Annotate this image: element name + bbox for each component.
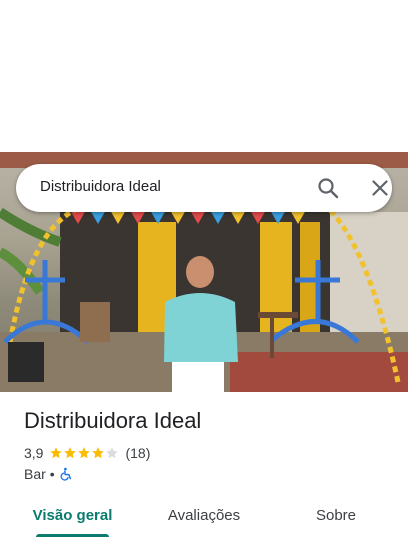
wheelchair-icon	[59, 467, 73, 481]
active-tab-indicator	[36, 534, 109, 537]
tab-reviews[interactable]: Avaliações	[154, 496, 254, 534]
star-rating	[49, 446, 119, 460]
star-filled-icon	[92, 447, 105, 459]
place-tabs: Visão geral Avaliações Sobre	[0, 496, 408, 544]
star-filled-icon	[50, 447, 63, 459]
close-icon[interactable]	[368, 176, 392, 200]
meta-separator: •	[49, 466, 55, 482]
rating-row[interactable]: 3,9 (18)	[24, 444, 150, 462]
place-meta-row: Bar •	[24, 465, 73, 483]
place-category: Bar	[24, 466, 46, 482]
search-icon[interactable]	[316, 176, 340, 200]
search-bar[interactable]: Distribuidora Ideal	[16, 164, 392, 212]
tab-overview[interactable]: Visão geral	[24, 496, 121, 534]
star-filled-icon	[78, 447, 91, 459]
review-count[interactable]: (18)	[125, 445, 150, 461]
search-input[interactable]: Distribuidora Ideal	[40, 178, 161, 195]
star-filled-icon	[64, 447, 77, 459]
star-empty-icon	[106, 447, 119, 459]
place-title: Distribuidora Ideal	[24, 408, 202, 433]
rating-value: 3,9	[24, 445, 44, 461]
tab-about[interactable]: Sobre	[296, 496, 376, 534]
